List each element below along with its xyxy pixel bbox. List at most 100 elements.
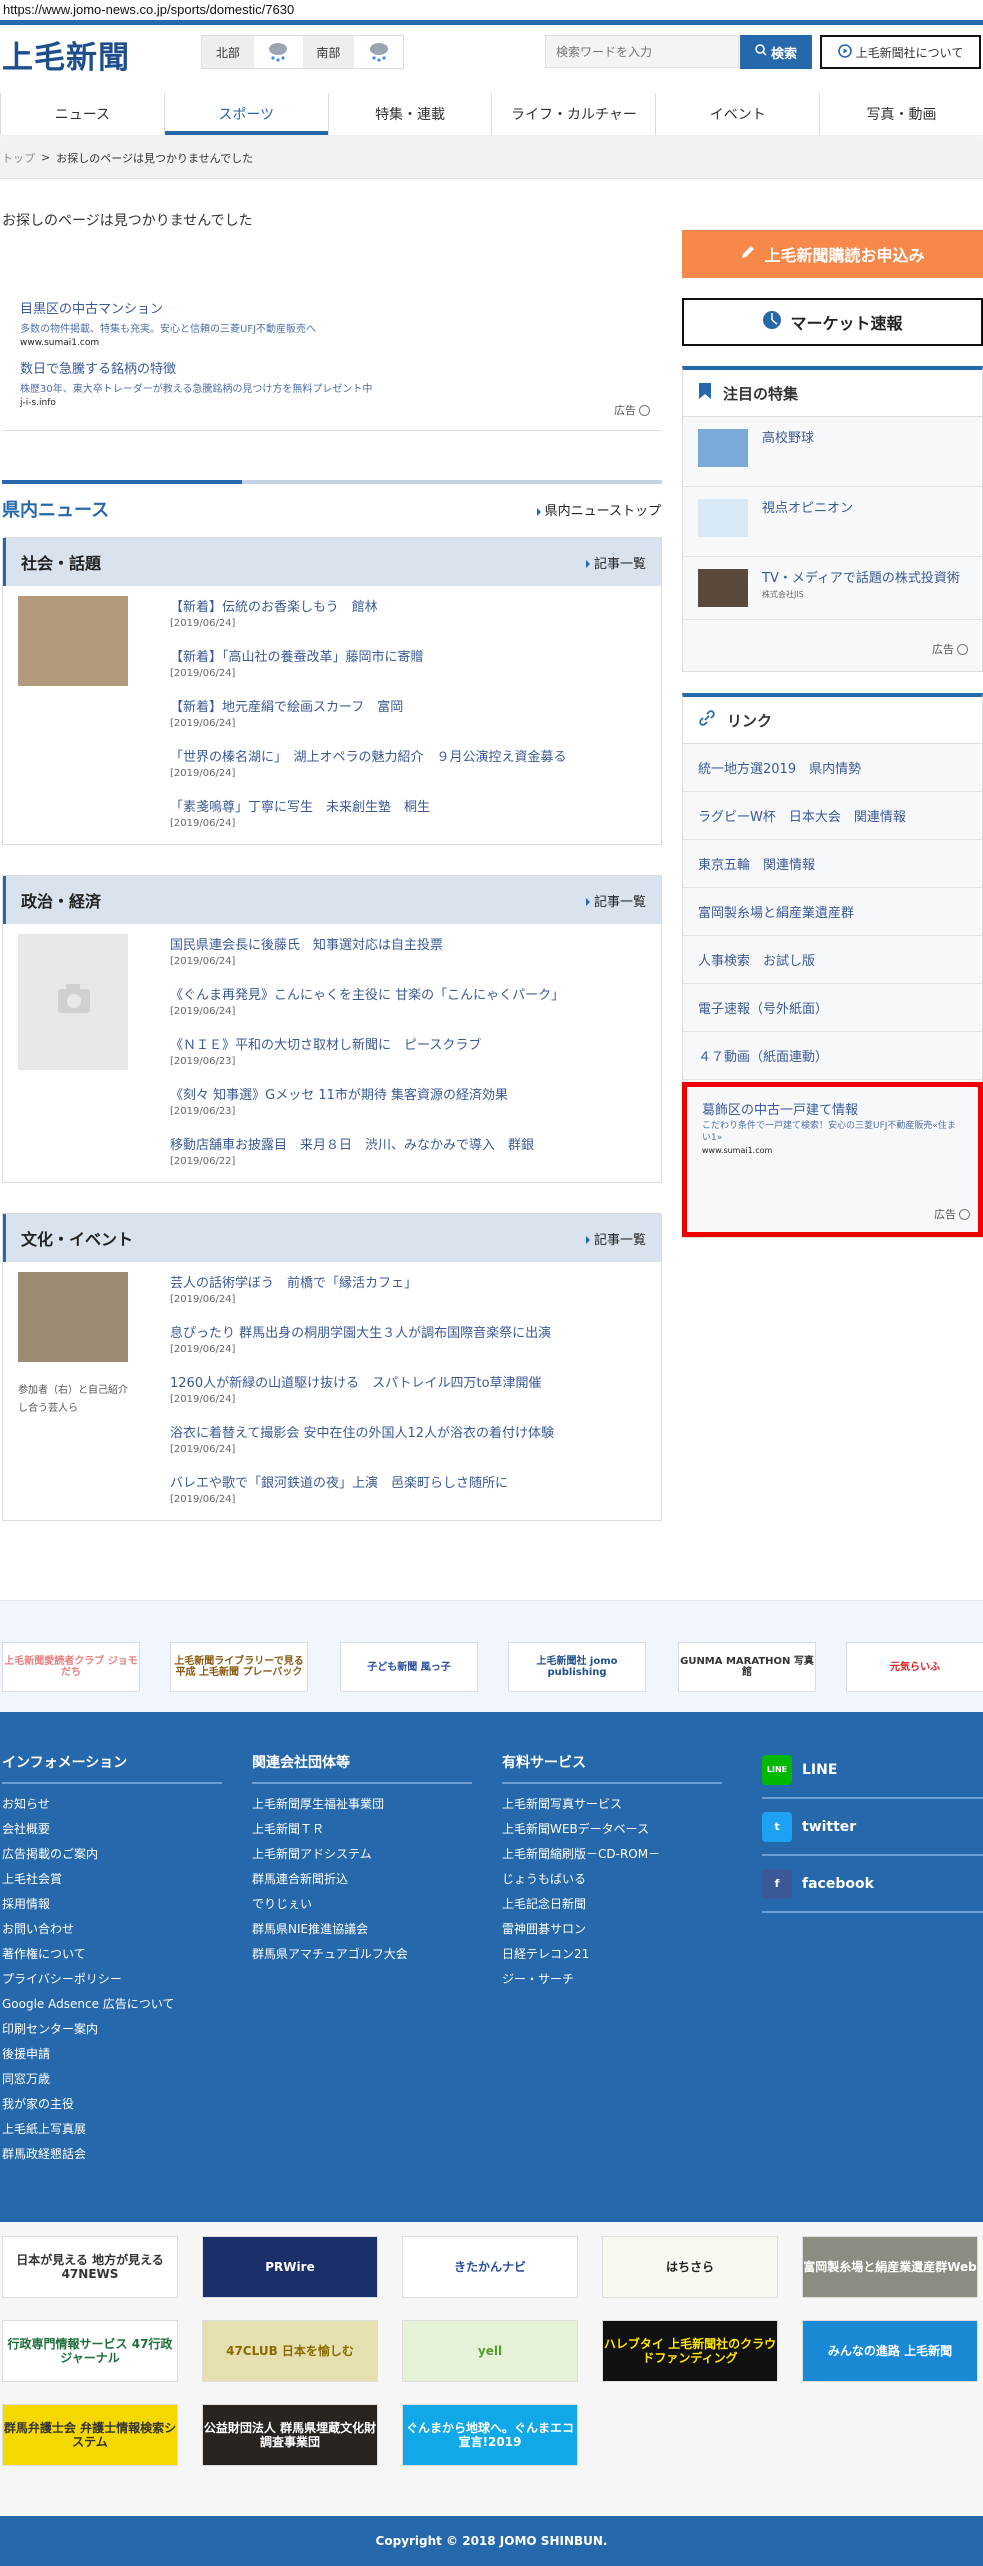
footer-link[interactable]: 上毛新聞ＴＲ [252, 1817, 472, 1842]
more-articles-link[interactable]: 記事一覧 [586, 891, 646, 910]
article-item[interactable]: 浴衣に着替えて撮影会 安中在住の外国人12人が浴衣の着付け体験[2019/06/… [170, 1424, 554, 1474]
article-title[interactable]: 1260人が新緑の山道駆け抜ける スパトレイル四万to草津開催 [170, 1374, 554, 1394]
ad-label[interactable]: 広告 [934, 1206, 970, 1222]
footer-link[interactable]: 上毛記念日新聞 [502, 1892, 722, 1917]
ad-label[interactable]: 広告 [614, 402, 650, 418]
nav-tab[interactable]: ライフ・カルチャー [491, 93, 655, 135]
article-thumbnail[interactable] [18, 1272, 128, 1362]
partner-banner[interactable]: PRWire [202, 2236, 378, 2298]
footer-link[interactable]: 上毛社会賞 [2, 1867, 222, 1892]
service-logo[interactable]: 元気らいふ [846, 1642, 983, 1692]
social-link-line[interactable]: LINELINE [762, 1742, 983, 1799]
sidebar-link[interactable]: ラグビーW杯 日本大会 関連情報 [683, 792, 982, 840]
article-item[interactable]: 【新着】「高山社の養蚕改革」藤岡市に寄贈[2019/06/24] [170, 648, 567, 698]
article-title[interactable]: 「素戔嗚尊」丁寧に写生 未来創生塾 桐生 [170, 798, 567, 818]
featured-title[interactable]: 高校野球 [762, 431, 814, 446]
featured-item[interactable]: 視点オピニオン [683, 487, 982, 557]
partner-banner[interactable]: 日本が見える 地方が見える 47NEWS [2, 2236, 178, 2298]
article-title[interactable]: 【新着】地元産絹で絵画スカーフ 富岡 [170, 698, 567, 718]
text-ad[interactable]: 目黒区の中古マンション多数の物件掲載、特集も充実。安心と信頼の三菱UFJ不動産販… [20, 298, 620, 348]
footer-link[interactable]: 雷神囲碁サロン [502, 1917, 722, 1942]
footer-link[interactable]: 我が家の主役 [2, 2092, 222, 2117]
featured-title[interactable]: 視点オピニオン [762, 501, 853, 516]
market-news-button[interactable]: マーケット速報 [682, 298, 983, 346]
article-item[interactable]: 《刻々 知事選》Gメッセ 11市が期待 集客資源の経済効果[2019/06/23… [170, 1086, 564, 1136]
nav-tab[interactable]: ニュース [0, 93, 164, 135]
service-logo[interactable]: 上毛新聞ライブラリーで見る 平成 上毛新聞 プレーバック [170, 1642, 308, 1692]
nav-tab[interactable]: イベント [655, 93, 819, 135]
article-item[interactable]: 「素戔嗚尊」丁寧に写生 未来創生塾 桐生[2019/06/24] [170, 798, 567, 848]
about-company-button[interactable]: 上毛新聞社について [820, 35, 981, 69]
article-title[interactable]: 【新着】伝統のお香楽しもう 館林 [170, 598, 567, 618]
sidebar-link[interactable]: 統一地方選2019 県内情勢 [683, 744, 982, 792]
partner-banner[interactable]: 行政専門情報サービス 47行政ジャーナル [2, 2320, 178, 2382]
footer-link[interactable]: 群馬政経懇話会 [2, 2142, 222, 2167]
article-thumbnail[interactable] [18, 596, 128, 686]
search-input[interactable] [545, 35, 739, 68]
ad-title[interactable]: 目黒区の中古マンション [20, 298, 620, 317]
service-logo[interactable]: GUNMA MARATHON 写真館 [678, 1642, 816, 1692]
footer-link[interactable]: 印刷センター案内 [2, 2017, 222, 2042]
article-title[interactable]: 《ぐんま再発見》こんにゃくを主役に 甘楽の「こんにゃくパーク」 [170, 986, 564, 1006]
search-button[interactable]: 検索 [740, 35, 812, 69]
social-link-facebook[interactable]: ffacebook [762, 1856, 983, 1913]
article-title[interactable]: バレエや歌で「銀河鉄道の夜」上演 邑楽町らしさ随所に [170, 1474, 554, 1494]
browser-url[interactable]: https://www.jomo-news.co.jp/sports/domes… [0, 0, 983, 19]
article-item[interactable]: 国民県連会長に後藤氏 知事選対応は自主投票[2019/06/24] [170, 936, 564, 986]
subscribe-button[interactable]: 上毛新聞購読お申込み [682, 230, 983, 278]
footer-link[interactable]: 会社概要 [2, 1817, 222, 1842]
partner-banner[interactable]: きたかんナビ [402, 2236, 578, 2298]
article-item[interactable]: バレエや歌で「銀河鉄道の夜」上演 邑楽町らしさ随所に[2019/06/24] [170, 1474, 554, 1524]
partner-banner[interactable]: ハレブタイ 上毛新聞社のクラウドファンディング [602, 2320, 778, 2382]
nav-tab[interactable]: スポーツ [164, 93, 328, 135]
footer-link[interactable]: 上毛新聞縮刷版－CD-ROM－ [502, 1842, 722, 1867]
footer-link[interactable]: 広告掲載のご案内 [2, 1842, 222, 1867]
social-link-twitter[interactable]: ttwitter [762, 1799, 983, 1856]
article-title[interactable]: 浴衣に着替えて撮影会 安中在住の外国人12人が浴衣の着付け体験 [170, 1424, 554, 1444]
article-item[interactable]: 息ぴったり 群馬出身の桐朋学園大生３人が調布国際音楽祭に出演[2019/06/2… [170, 1324, 554, 1374]
service-logo[interactable]: 上毛新聞愛読者クラブ ジョモだち [2, 1642, 140, 1692]
featured-title[interactable]: TV・メディアで話題の株式投資術 [762, 571, 960, 586]
article-title[interactable]: 移動店舗車お披露目 来月８日 渋川、みなかみで導入 群銀 [170, 1136, 564, 1156]
nav-tab[interactable]: 写真・動画 [819, 93, 983, 135]
ad-title[interactable]: 数日で急騰する銘柄の特徴 [20, 358, 620, 377]
article-title[interactable]: 《刻々 知事選》Gメッセ 11市が期待 集客資源の経済効果 [170, 1086, 564, 1106]
text-ad[interactable]: 数日で急騰する銘柄の特徴株歴30年、東大卒トレーダーが教える急騰銘柄の見つけ方を… [20, 358, 620, 408]
partner-banner[interactable]: 群馬弁護士会 弁護士情報検索システム [2, 2404, 178, 2466]
sidebar-link[interactable]: 電子速報（号外紙面） [683, 984, 982, 1032]
footer-link[interactable]: 後援申請 [2, 2042, 222, 2067]
article-title[interactable]: 国民県連会長に後藤氏 知事選対応は自主投票 [170, 936, 564, 956]
article-title[interactable]: 【新着】「高山社の養蚕改革」藤岡市に寄贈 [170, 648, 567, 668]
more-articles-link[interactable]: 記事一覧 [586, 553, 646, 572]
footer-link[interactable]: 日経テレコン21 [502, 1942, 722, 1967]
breadcrumb-home[interactable]: トップ [2, 150, 35, 166]
footer-link[interactable]: ジー・サーチ [502, 1967, 722, 1992]
section-top-link[interactable]: 県内ニューストップ [537, 500, 661, 519]
article-title[interactable]: 《ＮＩＥ》平和の大切さ取材し新聞に ピースクラブ [170, 1036, 564, 1056]
footer-link[interactable]: 上毛新聞厚生福祉事業団 [252, 1792, 472, 1817]
sidebar-link[interactable]: ４７動画（紙面連動） [683, 1032, 982, 1080]
partner-banner[interactable]: はちさら [602, 2236, 778, 2298]
article-title[interactable]: 芸人の話術学ぼう 前橋で「縁活カフェ」 [170, 1274, 554, 1294]
footer-link[interactable]: 群馬連合新聞折込 [252, 1867, 472, 1892]
footer-link[interactable]: 上毛紙上写真展 [2, 2117, 222, 2142]
footer-link[interactable]: 群馬県NIE推進協議会 [252, 1917, 472, 1942]
partner-banner[interactable]: ぐんまから地球へ。ぐんまエコ宣言!2019 [402, 2404, 578, 2466]
footer-link[interactable]: でりじぇい [252, 1892, 472, 1917]
service-logo[interactable]: 子ども新聞 風っ子 [340, 1642, 478, 1692]
ad-label[interactable]: 広告 [932, 641, 968, 657]
site-logo[interactable]: 上毛新聞 [2, 32, 130, 77]
sidebar-ad[interactable]: 葛飾区の中古一戸建て情報 こだわり条件で一戸建て検索！安心の三菱UFJ不動産販売… [682, 1082, 983, 1237]
footer-link[interactable]: 著作権について [2, 1942, 222, 1967]
footer-link[interactable]: 同窓万歳 [2, 2067, 222, 2092]
footer-link[interactable]: 上毛新聞アドシステム [252, 1842, 472, 1867]
partner-banner[interactable]: 公益財団法人 群馬県埋蔵文化財調査事業団 [202, 2404, 378, 2466]
camera-placeholder-icon[interactable] [18, 934, 128, 1070]
sidebar-link[interactable]: 人事検索 お試し版 [683, 936, 982, 984]
footer-link[interactable]: 採用情報 [2, 1892, 222, 1917]
sidebar-link[interactable]: 富岡製糸場と絹産業遺産群 [683, 888, 982, 936]
footer-link[interactable]: 群馬県アマチュアゴルフ大会 [252, 1942, 472, 1967]
article-item[interactable]: 「世界の榛名湖に」 湖上オペラの魅力紹介 ９月公演控え資金募る[2019/06/… [170, 748, 567, 798]
more-articles-link[interactable]: 記事一覧 [586, 1229, 646, 1248]
service-logo[interactable]: 上毛新聞社 jomo publishing [508, 1642, 646, 1692]
